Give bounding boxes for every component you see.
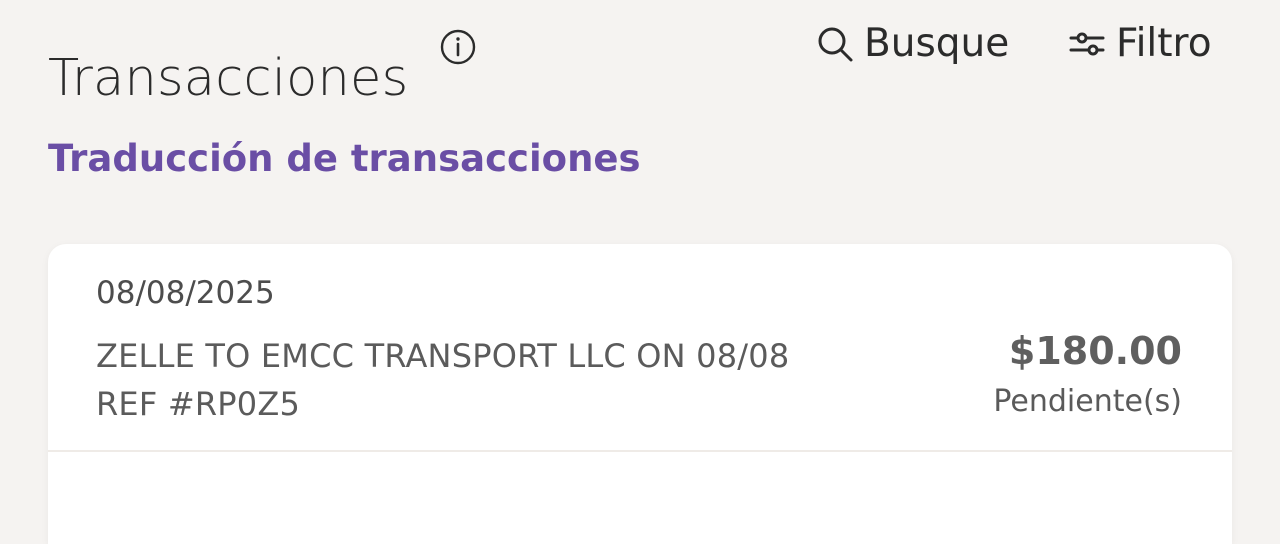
filter-label: Filtro bbox=[1116, 21, 1212, 66]
transaction-description-line-1: ZELLE TO EMCC TRANSPORT LLC ON 08/08 bbox=[96, 337, 790, 375]
transaction-description-line-2: REF #RP0Z5 bbox=[96, 385, 301, 423]
transaction-row[interactable]: 08/08/2025 ZELLE TO EMCC TRANSPORT LLC O… bbox=[48, 244, 1232, 450]
search-icon bbox=[818, 27, 853, 62]
transaction-status: Pendiente(s) bbox=[993, 384, 1182, 419]
transaction-description: ZELLE TO EMCC TRANSPORT LLC ON 08/08 REF… bbox=[96, 332, 916, 428]
page-title: Transacciones bbox=[48, 49, 409, 109]
transactions-header: Transacciones Busque Filtro bbox=[0, 0, 1280, 108]
transaction-amount: $180.00 bbox=[1008, 329, 1182, 373]
transaction-date: 08/08/2025 bbox=[96, 275, 275, 311]
search-label: Busque bbox=[864, 21, 1010, 66]
filter-button[interactable]: Filtro bbox=[1066, 16, 1212, 72]
info-icon[interactable] bbox=[438, 27, 478, 67]
next-transaction-row[interactable] bbox=[48, 452, 1232, 544]
transaction-translation-link[interactable]: Traducción de transacciones bbox=[48, 134, 641, 184]
transactions-card: 08/08/2025 ZELLE TO EMCC TRANSPORT LLC O… bbox=[48, 244, 1232, 544]
filter-icon bbox=[1069, 32, 1105, 56]
search-button[interactable]: Busque bbox=[814, 16, 1009, 72]
